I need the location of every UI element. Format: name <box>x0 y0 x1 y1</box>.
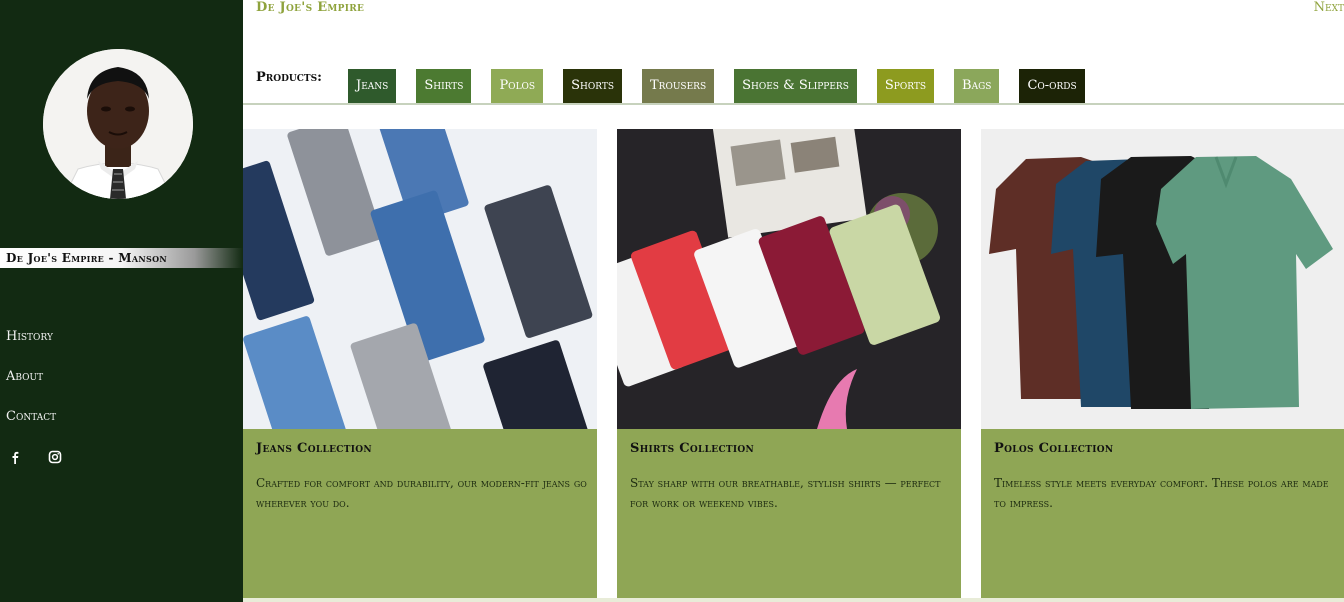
tab-jeans[interactable]: Jeans <box>348 69 397 103</box>
tab-bags[interactable]: Bags <box>954 69 1000 103</box>
card-title: Jeans Collection <box>256 441 372 456</box>
tab-shorts[interactable]: Shorts <box>563 69 623 103</box>
next-link[interactable]: Next <box>1314 0 1344 15</box>
card-description: Stay sharp with our breathable, stylish … <box>630 476 941 510</box>
tab-shoes-slippers[interactable]: Shoes & Slippers <box>734 69 857 103</box>
tab-trousers[interactable]: Trousers <box>642 69 715 103</box>
polos-collection-card[interactable]: Polos Collection Timeless style meets ev… <box>981 129 1344 598</box>
header-divider <box>243 103 1344 105</box>
nav-history[interactable]: History <box>6 326 56 366</box>
bottom-strip <box>243 598 1344 602</box>
profile-name: De Joe's Empire - Manson <box>0 248 243 268</box>
shirts-image <box>617 129 961 429</box>
card-description: Timeless style meets everyday comfort. T… <box>994 476 1329 510</box>
card-title: Shirts Collection <box>630 441 755 456</box>
card-description: Crafted for comfort and durability, our … <box>256 476 587 510</box>
card-title: Polos Collection <box>994 441 1114 456</box>
jeans-collection-card[interactable]: Jeans Collection Crafted for comfort and… <box>243 129 597 598</box>
tab-co-ords[interactable]: Co-ords <box>1019 69 1085 103</box>
brand-title[interactable]: De Joe's Empire <box>256 0 364 15</box>
product-tabs: Jeans Shirts Polos Shorts Trousers Shoes… <box>348 69 1105 103</box>
tab-shirts[interactable]: Shirts <box>416 69 472 103</box>
polos-image <box>981 129 1344 429</box>
jeans-image <box>243 129 597 429</box>
products-label: Products: <box>256 70 322 85</box>
profile-avatar <box>43 49 193 199</box>
social-links <box>8 449 62 464</box>
sidebar-nav: History About Contact <box>6 326 56 446</box>
instagram-icon[interactable] <box>48 449 62 464</box>
shirts-collection-card[interactable]: Shirts Collection Stay sharp with our br… <box>617 129 961 598</box>
nav-about[interactable]: About <box>6 366 56 406</box>
tab-sports[interactable]: Sports <box>876 69 935 103</box>
nav-contact[interactable]: Contact <box>6 406 56 446</box>
tab-polos[interactable]: Polos <box>491 69 544 103</box>
facebook-icon[interactable] <box>8 449 22 464</box>
sidebar: De Joe's Empire - Manson History About C… <box>0 0 243 602</box>
